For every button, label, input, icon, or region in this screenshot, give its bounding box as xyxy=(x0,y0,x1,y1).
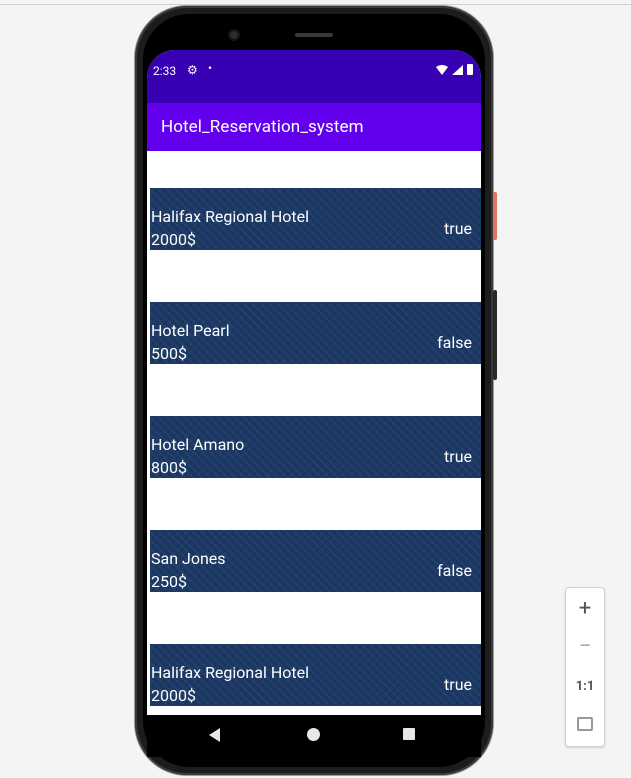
hotel-name: Halifax Regional Hotel xyxy=(151,663,309,682)
hotel-row[interactable]: Hotel Pearl 500$ false xyxy=(150,302,481,364)
toolbar-divider xyxy=(0,4,631,5)
status-bar: 2:33 ⚙ • xyxy=(147,50,481,103)
recents-icon[interactable] xyxy=(403,728,415,740)
wifi-icon xyxy=(436,65,448,75)
hotel-name: Hotel Amano xyxy=(151,435,245,454)
actual-size-button[interactable]: 1:1 xyxy=(566,668,604,706)
navigation-bar xyxy=(147,715,481,757)
front-camera xyxy=(228,29,240,41)
status-time: 2:33 xyxy=(153,64,177,78)
cell-signal-icon xyxy=(452,65,463,75)
hotel-name: Halifax Regional Hotel xyxy=(151,207,309,226)
zoom-controls: + − 1:1 xyxy=(565,587,605,747)
back-icon[interactable] xyxy=(209,728,220,742)
hotel-price: 2000$ xyxy=(151,230,196,249)
hotel-name: San Jones xyxy=(151,549,226,568)
hotel-availability: false xyxy=(437,333,472,352)
app-bar: Hotel_Reservation_system xyxy=(147,103,481,151)
hotel-row[interactable]: Hotel Amano 800$ true xyxy=(150,416,481,478)
notification-dot-icon: • xyxy=(208,61,213,75)
hotel-price: 800$ xyxy=(151,458,187,477)
hotel-name: Hotel Pearl xyxy=(151,321,230,340)
fit-screen-icon xyxy=(577,717,593,731)
hotel-row[interactable]: Halifax Regional Hotel 2000$ true xyxy=(150,188,481,250)
volume-button[interactable] xyxy=(493,290,497,380)
zoom-out-button[interactable]: − xyxy=(566,628,604,666)
device-screen: 2:33 ⚙ • Hotel_Reservation_system Halifa… xyxy=(147,50,481,715)
earpiece-speaker xyxy=(295,33,333,37)
hotel-availability: true xyxy=(444,447,472,466)
hotel-availability: false xyxy=(437,561,472,580)
hotel-row[interactable]: Halifax Regional Hotel 2000$ true xyxy=(150,644,481,706)
hotel-list[interactable]: Halifax Regional Hotel 2000$ true Hotel … xyxy=(147,151,481,715)
fit-screen-button[interactable] xyxy=(566,706,604,744)
hotel-price: 2000$ xyxy=(151,686,196,705)
settings-gear-icon: ⚙ xyxy=(187,63,198,77)
hotel-price: 250$ xyxy=(151,572,187,591)
app-title: Hotel_Reservation_system xyxy=(161,117,364,137)
hotel-availability: true xyxy=(444,675,472,694)
power-button[interactable] xyxy=(493,192,497,240)
hotel-row[interactable]: San Jones 250$ false xyxy=(150,530,481,592)
zoom-in-button[interactable]: + xyxy=(566,590,604,628)
hotel-availability: true xyxy=(444,219,472,238)
home-icon[interactable] xyxy=(307,728,320,741)
hotel-price: 500$ xyxy=(151,344,187,363)
battery-icon xyxy=(467,64,473,75)
